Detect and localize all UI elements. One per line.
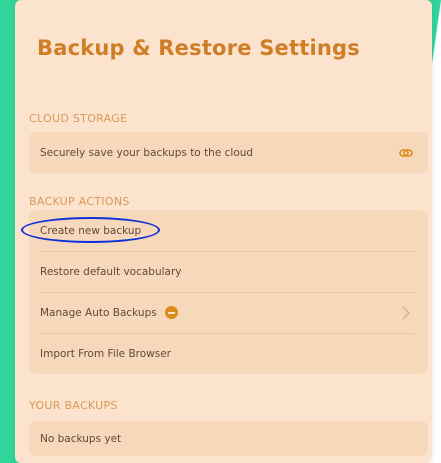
manage-auto-backups-row[interactable]: Manage Auto Backups [29, 292, 428, 333]
section-header-backup-actions: BACKUP ACTIONS [29, 195, 130, 208]
page-title: Backup & Restore Settings [37, 36, 360, 60]
cloud-backup-row[interactable]: Securely save your backups to the cloud [29, 132, 428, 173]
import-from-file-browser-row[interactable]: Import From File Browser [29, 333, 428, 374]
your-backups-card: No backups yet [29, 421, 428, 456]
section-header-your-backups: YOUR BACKUPS [29, 399, 118, 412]
no-backups-label: No backups yet [40, 432, 122, 445]
cloud-backup-label: Securely save your backups to the cloud [40, 146, 254, 159]
create-backup-label: Create new backup [40, 224, 142, 237]
cloud-storage-card: Securely save your backups to the cloud [29, 132, 428, 173]
manage-auto-backups-label: Manage Auto Backups [40, 306, 157, 319]
import-from-file-browser-label: Import From File Browser [40, 347, 171, 360]
restore-default-vocabulary-label: Restore default vocabulary [40, 265, 182, 278]
create-backup-row[interactable]: Create new backup [29, 210, 428, 251]
link-icon [399, 149, 413, 157]
minus-badge-icon [164, 306, 178, 319]
no-backups-row: No backups yet [29, 421, 428, 456]
section-header-cloud-storage: CLOUD STORAGE [29, 112, 128, 125]
backup-actions-card: Create new backup Restore default vocabu… [29, 210, 428, 374]
chevron-right-icon [402, 306, 410, 320]
restore-default-vocabulary-row[interactable]: Restore default vocabulary [29, 251, 428, 292]
